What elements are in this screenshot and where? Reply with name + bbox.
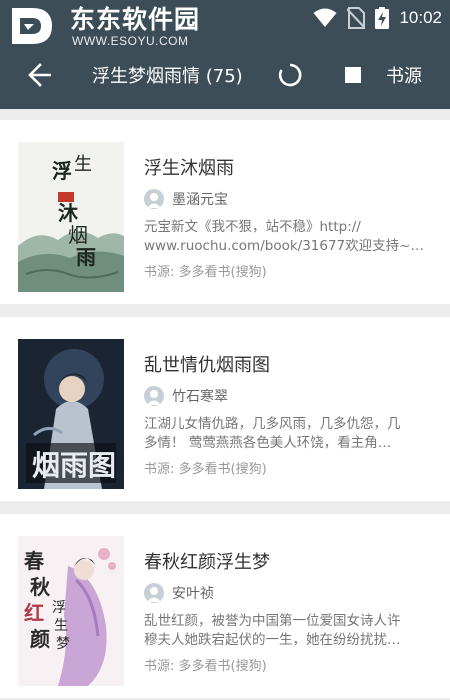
book-source: 书源: 多多看书(搜狗): [144, 265, 267, 280]
watermark-logo-icon: [12, 8, 52, 44]
refresh-icon[interactable]: [276, 61, 304, 89]
author-avatar-icon: [144, 583, 164, 603]
author-name: 竹石寒翠: [172, 389, 228, 405]
list-item[interactable]: 烟雨图 乱世情仇烟雨图 竹石寒翠 江湖儿女情仇路，几多风雨，几多仇怨，几 多情！…: [0, 317, 450, 501]
svg-text:沐: 沐: [58, 201, 79, 225]
cover-title: 烟雨图: [32, 449, 116, 482]
description-line: 元宝新文《我不狠，站不稳》http://: [144, 219, 361, 235]
description-line: www.ruochu.com/book/31677欢迎支持~…: [144, 238, 424, 254]
battery-charging-icon: [375, 7, 390, 29]
description-line: 乱世红颜，被誉为中国第一位爱国女诗人许: [144, 613, 401, 629]
app-bar: 东东软件园 WWW.ESOYU.COM 10:02 浮生梦烟雨情 (75) 书源: [0, 0, 450, 109]
author-row: 竹石寒翠: [144, 386, 228, 406]
watermark-title: 东东软件园: [70, 5, 201, 34]
wifi-icon: [313, 8, 337, 27]
svg-text:生: 生: [54, 618, 68, 634]
book-source: 书源: 多多看书(搜狗): [144, 659, 267, 674]
author-avatar-icon: [144, 189, 164, 209]
svg-text:雨: 雨: [76, 245, 96, 269]
description-line: 江湖儿女情仇路，几多风雨，几多仇怨，几: [144, 416, 401, 432]
back-arrow-icon[interactable]: [26, 62, 54, 88]
svg-text:梦: 梦: [56, 636, 70, 652]
status-time: 10:02: [399, 8, 442, 27]
book-cover: 春 秋 红 颜 浮 生 梦: [18, 536, 124, 686]
source-button[interactable]: 书源: [386, 62, 422, 88]
toolbar: 浮生梦烟雨情 (75) 书源: [0, 50, 450, 100]
author-row: 安叶祯: [144, 583, 214, 603]
svg-text:烟: 烟: [68, 223, 88, 247]
book-source: 书源: 多多看书(搜狗): [144, 462, 267, 477]
svg-text:浮: 浮: [52, 600, 66, 616]
cover-title: 春: [23, 549, 45, 573]
status-bar: 东东软件园 WWW.ESOYU.COM 10:02: [0, 0, 450, 48]
no-sim-icon: [347, 7, 366, 29]
book-title: 浮生沐烟雨: [144, 158, 234, 179]
book-title: 春秋红颜浮生梦: [144, 552, 270, 573]
author-avatar-icon: [144, 386, 164, 406]
author-row: 墨涵元宝: [144, 189, 228, 209]
status-icons: 10:02: [313, 6, 442, 30]
cover-title: 浮: [52, 159, 72, 183]
description-line: 多情！ 莺莺燕燕各色美人环饶，看主角…: [144, 435, 392, 451]
page-title: 浮生梦烟雨情 (75): [92, 66, 243, 87]
author-name: 安叶祯: [172, 586, 214, 602]
book-cover: 浮 生 沐 烟 雨: [18, 142, 124, 292]
list-item[interactable]: 春 秋 红 颜 浮 生 梦 春秋红颜浮生梦 安叶祯 乱世红颜，被誉为中国第一位爱…: [0, 514, 450, 698]
svg-text:红: 红: [24, 601, 44, 625]
list-item[interactable]: 浮 生 沐 烟 雨 浮生沐烟雨 墨涵元宝 元宝新文《我不狠，站不稳》http:/…: [0, 120, 450, 304]
book-description: 元宝新文《我不狠，站不稳》http:// www.ruochu.com/book…: [144, 218, 436, 256]
watermark-url: WWW.ESOYU.COM: [72, 34, 189, 48]
book-description: 乱世红颜，被誉为中国第一位爱国女诗人许 穆夫人她跌宕起伏的一生，她在纷纷扰扰…: [144, 612, 436, 650]
svg-text:颜: 颜: [30, 627, 50, 651]
book-title: 乱世情仇烟雨图: [144, 355, 270, 376]
book-description: 江湖儿女情仇路，几多风雨，几多仇怨，几 多情！ 莺莺燕燕各色美人环饶，看主角…: [144, 415, 436, 453]
svg-text:生: 生: [74, 154, 92, 175]
author-name: 墨涵元宝: [172, 192, 228, 208]
book-cover: 烟雨图: [18, 339, 124, 489]
description-line: 穆夫人她跌宕起伏的一生，她在纷纷扰扰…: [144, 632, 401, 648]
svg-text:秋: 秋: [30, 575, 51, 599]
stop-icon[interactable]: [344, 66, 362, 84]
